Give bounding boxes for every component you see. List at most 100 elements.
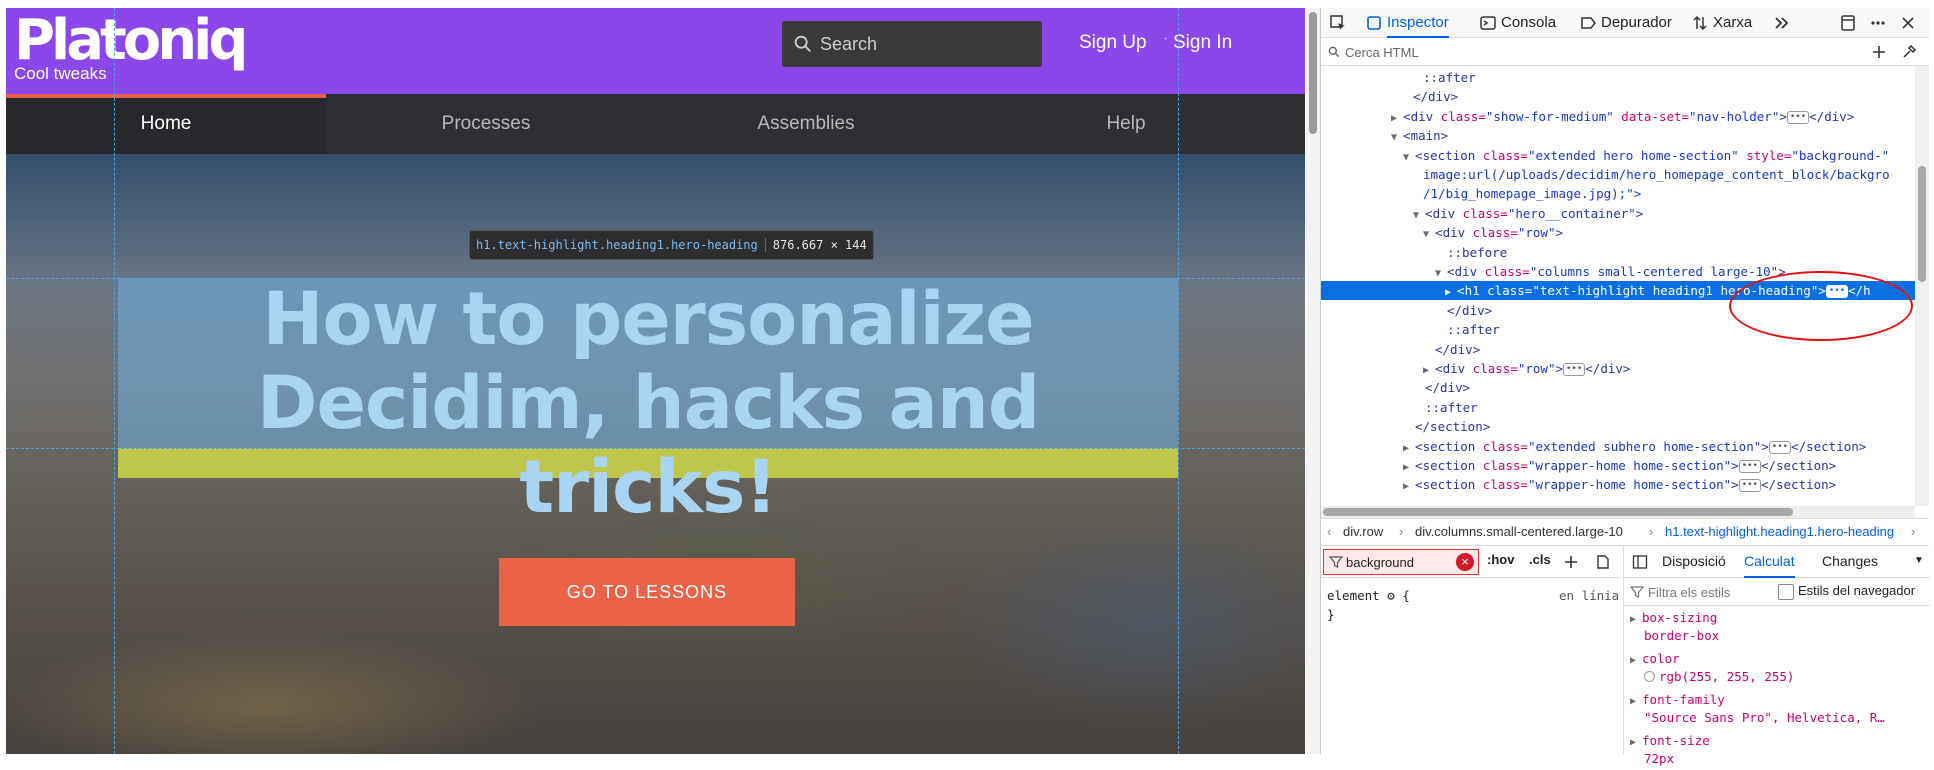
attr-name[interactable]: class= (1475, 477, 1528, 492)
add-rule-icon[interactable] (1563, 554, 1579, 570)
markup-scrollbar[interactable] (1915, 66, 1929, 506)
go-to-lessons-button[interactable]: GO TO LESSONS (499, 558, 795, 626)
site-search[interactable] (782, 21, 1042, 67)
page-scrollbar[interactable] (1306, 8, 1320, 754)
attr-value[interactable]: "background-" (1791, 148, 1889, 163)
expanded-twisty-icon[interactable]: ▼ (1423, 229, 1435, 240)
markup-node[interactable]: ▶ <section class="extended subhero home-… (1403, 437, 1866, 456)
computed-property[interactable]: ▶ color rgb(255, 255, 255) (1630, 651, 1885, 685)
breadcrumb-item[interactable]: div.row (1343, 519, 1383, 545)
more-options-icon[interactable] (1869, 14, 1887, 32)
markup-node[interactable]: </div> (1413, 378, 1470, 397)
collapsed-twisty-icon[interactable]: ▶ (1403, 462, 1415, 473)
collapsed-content-icon[interactable]: ••• (1786, 111, 1810, 124)
markup-node[interactable]: ▶ <div class="show-for-medium" data-set=… (1391, 107, 1854, 126)
expanded-twisty-icon[interactable]: ▼ (1391, 132, 1403, 143)
eyedropper-icon[interactable] (1901, 44, 1917, 60)
attr-name[interactable]: class= (1465, 225, 1518, 240)
markup-node[interactable]: ▶ <section class="wrapper-home home-sect… (1403, 475, 1836, 494)
attr-value[interactable]: "extended hero home-section" (1528, 148, 1739, 163)
expanded-twisty-icon[interactable]: ▼ (1413, 210, 1425, 221)
attr-value[interactable]: "columns small-centered large-10" (1530, 264, 1778, 279)
tab-inspector[interactable]: Inspector (1387, 8, 1449, 38)
search-input[interactable] (820, 21, 1030, 67)
collapsed-content-icon[interactable]: ••• (1738, 460, 1761, 473)
attr-value[interactable]: "hero__container" (1508, 206, 1636, 221)
scrollbar-thumb[interactable] (1309, 12, 1317, 134)
tab-console[interactable]: Consola (1501, 8, 1556, 38)
collapsed-content-icon[interactable]: ••• (1768, 441, 1792, 454)
collapsed-twisty-icon[interactable]: ▶ (1403, 443, 1415, 454)
sign-in-link[interactable]: Sign In (1173, 32, 1232, 54)
hov-button[interactable]: :hov (1487, 552, 1514, 567)
collapsed-twisty-icon[interactable]: ▶ (1630, 655, 1636, 666)
computed-property[interactable]: ▶ font-family "Source Sans Pro", Helvetica… (1630, 692, 1885, 726)
computed-property[interactable]: ▶ font-size 72px (1630, 733, 1885, 767)
dock-side-icon[interactable] (1839, 14, 1857, 32)
collapsed-content-icon[interactable]: ••• (1563, 363, 1586, 376)
expanded-twisty-icon[interactable]: ▼ (1403, 152, 1415, 163)
print-media-icon[interactable] (1595, 554, 1611, 570)
computed-filter-input[interactable] (1648, 582, 1768, 602)
markup-node[interactable]: ::before (1435, 243, 1507, 262)
attr-value[interactable]: "row" (1518, 361, 1556, 376)
markup-node[interactable]: /1/big_homepage_image.jpg);"> (1411, 184, 1641, 203)
attr-value[interactable]: "wrapper-home home-section" (1528, 458, 1731, 473)
markup-node[interactable]: ▶ <section class="wrapper-home home-sect… (1403, 456, 1836, 475)
tab-debugger[interactable]: Depurador (1601, 8, 1672, 38)
markup-node[interactable]: </section> (1403, 417, 1490, 436)
gear-icon[interactable]: ⚙ (1387, 588, 1395, 603)
collapsed-content-icon[interactable]: ••• (1738, 479, 1761, 492)
attr-value[interactable]: "show-for-medium" (1486, 109, 1614, 124)
clear-filter-icon[interactable]: × (1456, 553, 1474, 571)
markup-node[interactable]: ▼ <div class="row"> (1423, 223, 1563, 242)
nav-item-help[interactable]: Help (966, 94, 1286, 154)
nav-item-processes[interactable]: Processes (326, 94, 646, 154)
markup-node[interactable]: </div> (1401, 87, 1458, 106)
collapsed-twisty-icon[interactable]: ▶ (1391, 113, 1403, 124)
markup-node[interactable]: ▶ <div class="row"> ••• </div> (1423, 359, 1630, 378)
attr-name[interactable]: class= (1480, 283, 1532, 298)
attr-name[interactable]: style= (1739, 148, 1791, 163)
sign-up-link[interactable]: Sign Up (1079, 32, 1147, 54)
attr-name[interactable]: class= (1475, 439, 1528, 454)
collapsed-twisty-icon[interactable]: ▶ (1445, 287, 1457, 298)
element-picker-icon[interactable] (1329, 14, 1347, 32)
attr-name[interactable]: data-set= (1614, 109, 1689, 124)
attr-name[interactable]: class= (1475, 458, 1528, 473)
collapsed-twisty-icon[interactable]: ▶ (1403, 481, 1415, 492)
chevron-down-icon[interactable]: ▼ (1914, 546, 1924, 576)
rules-filter[interactable]: × (1323, 549, 1479, 575)
color-swatch[interactable] (1644, 671, 1655, 682)
chevron-right-icon[interactable]: › (1911, 519, 1915, 545)
collapsed-twisty-icon[interactable]: ▶ (1630, 696, 1636, 707)
collapsed-twisty-icon[interactable]: ▶ (1423, 365, 1435, 376)
expanded-twisty-icon[interactable]: ▼ (1435, 268, 1447, 279)
attr-name[interactable]: class= (1477, 264, 1530, 279)
attr-value[interactable]: "extended subhero home-section" (1528, 439, 1761, 454)
attr-value[interactable]: "nav-holder" (1689, 109, 1779, 124)
rules-filter-input[interactable] (1346, 552, 1450, 572)
breadcrumb-item[interactable]: div.columns.small-centered.large-10 (1415, 519, 1623, 545)
tab-network[interactable]: Xarxa (1713, 8, 1752, 38)
attr-name[interactable]: class= (1455, 206, 1508, 221)
site-logo[interactable]: Platoniq (14, 12, 248, 70)
scrollbar-thumb[interactable] (1918, 166, 1926, 282)
markup-node[interactable]: ▼ <section class="extended hero home-sec… (1403, 146, 1889, 165)
markup-node[interactable]: </div> (1435, 301, 1492, 320)
search-html-input[interactable] (1345, 41, 1865, 63)
cls-button[interactable]: .cls (1529, 552, 1551, 567)
add-node-icon[interactable] (1871, 44, 1887, 60)
markup-node[interactable]: ▼ <main> (1391, 126, 1448, 145)
markup-node[interactable]: image:url(/uploads/decidim/hero_homepage… (1411, 165, 1890, 184)
tab-changes[interactable]: Changes (1822, 546, 1878, 576)
attr-value[interactable]: "row" (1518, 225, 1556, 240)
nav-item-home[interactable]: Home (6, 94, 326, 154)
markup-node[interactable]: </div> (1423, 340, 1480, 359)
collapsed-twisty-icon[interactable]: ▶ (1630, 737, 1636, 748)
browser-styles-checkbox[interactable] (1778, 584, 1794, 600)
tab-layout[interactable]: Disposició (1662, 546, 1726, 576)
close-icon[interactable] (1899, 14, 1917, 32)
markup-node[interactable]: ▼ <div class="columns small-centered lar… (1435, 262, 1786, 281)
nav-item-assemblies[interactable]: Assemblies (646, 94, 966, 154)
